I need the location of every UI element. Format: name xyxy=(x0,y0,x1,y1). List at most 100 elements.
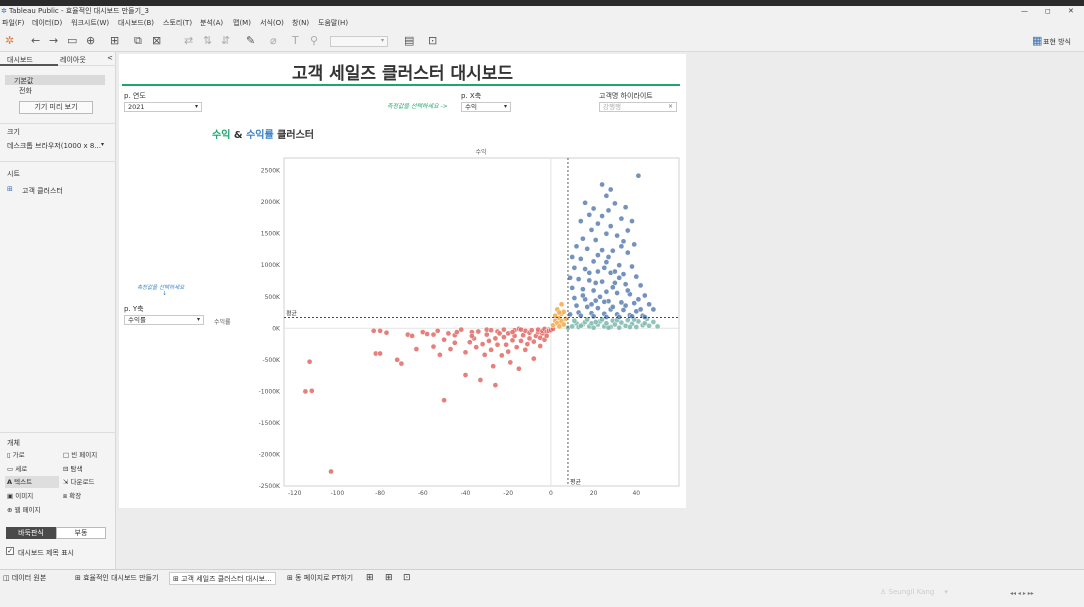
new-dashboard-icon[interactable]: ⊞ xyxy=(385,573,393,583)
menu-help[interactable]: 도움말(H) xyxy=(318,17,348,30)
data-point xyxy=(530,355,537,362)
clear-sheet-icon[interactable]: ⊠ xyxy=(152,35,161,47)
data-point xyxy=(516,365,522,372)
save-icon[interactable]: ▭ xyxy=(67,35,77,47)
object-extension[interactable]: ⧈ 확장 xyxy=(63,491,81,501)
data-point xyxy=(503,341,509,348)
object-download[interactable]: ⇲ 다운로드 xyxy=(63,477,94,487)
floating-toggle[interactable]: 부동 xyxy=(56,527,106,539)
data-point xyxy=(473,344,480,351)
show-me-icon[interactable]: ▦ xyxy=(1032,35,1042,47)
tab-layout[interactable]: 레이아웃 < xyxy=(58,52,116,66)
data-point xyxy=(451,339,458,346)
device-default-label: 기본값 xyxy=(14,77,34,85)
minimize-button[interactable]: — xyxy=(1021,6,1028,17)
data-point xyxy=(481,351,488,358)
tab-data-source[interactable]: ◫ 데이터 원본 xyxy=(0,572,49,585)
group-icon[interactable]: ⌀ xyxy=(270,35,277,47)
highlight-icon[interactable]: ✎ xyxy=(246,35,255,47)
sheet-item-customer-cluster[interactable]: 고객 클러스터 xyxy=(22,186,63,196)
tab-pt[interactable]: ⊞ 동 페이지로 PT하기 xyxy=(284,572,356,585)
data-point xyxy=(650,319,657,325)
object-vertical[interactable]: ▭ 세로 xyxy=(7,464,27,474)
data-point xyxy=(624,227,631,234)
y-tick-label: 0K xyxy=(272,325,281,332)
object-blank[interactable]: □ 빈 페이지 xyxy=(63,450,97,460)
undo-icon[interactable]: ← xyxy=(31,35,40,47)
data-point xyxy=(622,281,629,288)
device-default[interactable]: 기본값 xyxy=(5,75,105,85)
new-story-icon[interactable]: ⊡ xyxy=(403,573,411,583)
data-point xyxy=(580,292,586,299)
new-data-source-icon[interactable]: ⊕ xyxy=(86,35,95,47)
dashboard-tab-icon: ⊞ xyxy=(173,575,182,583)
presentation-icon[interactable]: ⊡ xyxy=(428,35,437,47)
y-tick-label: 1500K xyxy=(261,231,281,238)
object-horizontal[interactable]: ▯ 가로 xyxy=(7,450,25,460)
tab-dashboard[interactable]: 대시보드 xyxy=(0,52,58,66)
data-point xyxy=(462,372,469,378)
y-tick-label: -2000K xyxy=(259,451,281,458)
show-cards-icon[interactable]: ▤ xyxy=(404,35,414,47)
menu-file[interactable]: 파일(F) xyxy=(2,17,24,30)
database-icon: ◫ xyxy=(3,574,12,582)
data-point xyxy=(599,247,605,253)
labels-icon[interactable]: T xyxy=(292,35,299,47)
object-web-page[interactable]: ⊕ 웹 페이지 xyxy=(7,505,41,515)
object-label: 웹 페이지 xyxy=(14,506,41,514)
x-tick-label: -40 xyxy=(461,490,471,497)
device-phone[interactable]: 전화 xyxy=(19,86,32,96)
user-menu[interactable]: ♙ Seungil Kang ▾ xyxy=(880,588,948,596)
tableau-home-icon[interactable]: ✲ xyxy=(5,35,14,47)
close-button[interactable]: ✕ xyxy=(1068,6,1074,17)
data-point xyxy=(513,344,520,351)
tab-active-dashboard[interactable]: ⊞ 고객 세일즈 클러스터 대시보... xyxy=(169,572,276,585)
pin-icon[interactable]: ⚲ xyxy=(310,35,318,47)
data-point xyxy=(409,333,415,339)
object-navigation[interactable]: ⊟ 탐색 xyxy=(63,464,83,474)
object-text[interactable]: A 텍스트 xyxy=(5,476,59,488)
data-point xyxy=(624,317,631,323)
data-point xyxy=(616,314,623,320)
sort-desc-icon[interactable]: ⇵ xyxy=(221,35,230,47)
swap-icon[interactable]: ⇄ xyxy=(184,35,193,47)
menu-window[interactable]: 창(N) xyxy=(292,17,309,30)
menu-worksheet[interactable]: 워크시트(W) xyxy=(71,17,109,30)
data-point xyxy=(569,285,576,291)
device-preview-button[interactable]: 기기 미리 보기 xyxy=(19,101,93,114)
object-image[interactable]: ▣ 이미지 xyxy=(7,491,33,501)
new-sheet-icon[interactable]: ⊞ xyxy=(366,573,374,583)
toolbar: ✲ ← → ▭ ⊕ ⊞ ⧉ ⊠ ⇄ ⇅ ⇵ ✎ ⌀ T ⚲ ▾ ▤ ⊡ ▦ 표현… xyxy=(0,30,1084,52)
size-dropdown[interactable]: 데스크톱 브라우저(1000 x 8... xyxy=(7,141,101,151)
collapse-panel-icon[interactable]: < xyxy=(107,54,113,62)
data-point xyxy=(603,259,610,265)
new-sheet-icon[interactable]: ⊞ xyxy=(110,35,119,47)
sort-asc-icon[interactable]: ⇅ xyxy=(203,35,212,47)
show-title-checkbox[interactable]: ✓ xyxy=(6,547,14,555)
menu-map[interactable]: 맵(M) xyxy=(233,17,251,30)
data-point xyxy=(605,254,612,260)
data-point xyxy=(530,338,537,345)
menu-format[interactable]: 서식(O) xyxy=(260,17,284,30)
fit-dropdown[interactable]: ▾ xyxy=(330,36,388,47)
object-label: 가로 xyxy=(12,451,25,459)
redo-icon[interactable]: → xyxy=(49,35,58,47)
navigation-icon: ⊟ xyxy=(63,465,69,473)
menu-dashboard[interactable]: 대시보드(B) xyxy=(118,17,154,30)
tiled-toggle[interactable]: 바둑판식 xyxy=(6,527,56,539)
tab-sheet-efficient[interactable]: ⊞ 효율적인 대시보드 만들기 xyxy=(72,572,161,585)
duplicate-icon[interactable]: ⧉ xyxy=(134,35,142,47)
menu-story[interactable]: 스토리(T) xyxy=(163,17,192,30)
scatter-chart: -2500K -2000K -1500K -1000K -500K 0K 500K 1000K… xyxy=(214,148,680,497)
menu-data[interactable]: 데이터(D) xyxy=(32,17,62,30)
menu-analysis[interactable]: 분석(A) xyxy=(200,17,223,30)
x-tick-label: -60 xyxy=(418,490,428,497)
show-me-label[interactable]: 표현 방식 xyxy=(1043,37,1071,47)
data-point xyxy=(592,237,599,243)
restore-button[interactable]: ◻ xyxy=(1045,6,1051,17)
y-tick-label: 2000K xyxy=(261,199,281,206)
page-nav-controls[interactable]: ◂◂ ◂ ▸ ▸▸ xyxy=(1010,590,1080,597)
divider xyxy=(0,432,116,433)
chevron-down-icon[interactable]: ▾ xyxy=(101,141,104,148)
data-point xyxy=(620,271,627,277)
